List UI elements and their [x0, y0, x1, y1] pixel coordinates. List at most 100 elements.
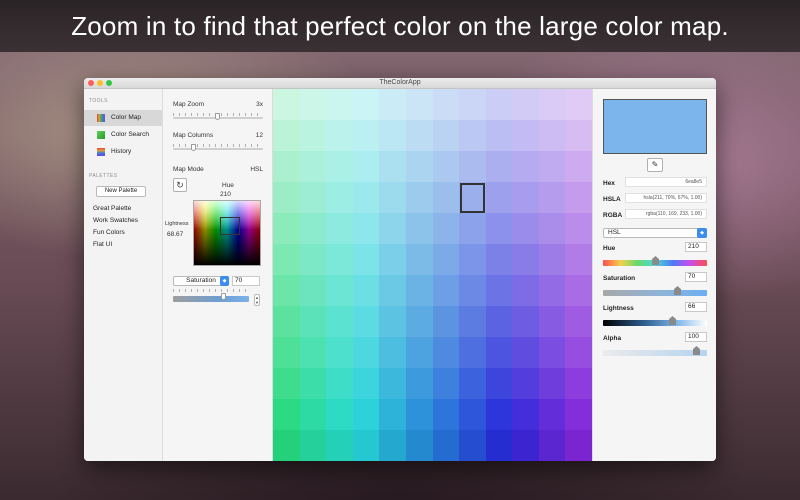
color-map-cell[interactable] — [299, 89, 327, 121]
color-map-cell[interactable] — [405, 275, 433, 307]
color-map-cell[interactable] — [432, 151, 460, 183]
color-map-cell[interactable] — [379, 399, 407, 431]
hsl-color-picker[interactable] — [193, 200, 261, 266]
map-mode-value[interactable]: HSL — [243, 166, 263, 173]
color-map-cell[interactable] — [538, 89, 566, 121]
color-map-cell[interactable] — [459, 120, 487, 152]
color-map-cell[interactable] — [379, 213, 407, 245]
color-map-cell[interactable] — [405, 337, 433, 369]
color-map-cell[interactable] — [432, 368, 460, 400]
select-arrows-icon[interactable]: ◆ — [697, 228, 707, 238]
color-map-cell[interactable] — [459, 213, 487, 245]
color-map-cell[interactable] — [299, 244, 327, 276]
palette-item[interactable]: Flat UI — [93, 241, 112, 248]
color-map-cell[interactable] — [512, 337, 540, 369]
color-map-cell[interactable] — [273, 120, 301, 152]
color-map-cell[interactable] — [299, 430, 327, 461]
saturation-input[interactable]: 70 — [232, 276, 260, 286]
color-map-cell[interactable] — [432, 244, 460, 276]
color-map-cell[interactable] — [273, 151, 301, 183]
color-map-cell[interactable] — [299, 213, 327, 245]
color-map-cell[interactable] — [459, 399, 487, 431]
color-map-cell[interactable] — [538, 120, 566, 152]
current-color-swatch[interactable] — [603, 99, 707, 154]
color-map-cell[interactable] — [485, 275, 513, 307]
color-map-cell[interactable] — [352, 120, 380, 152]
lightness-thumb[interactable] — [669, 316, 676, 325]
color-map-cell[interactable] — [405, 430, 433, 461]
color-map-cell[interactable] — [485, 182, 513, 214]
color-map-cell[interactable] — [512, 368, 540, 400]
color-map-cell[interactable] — [273, 89, 301, 121]
color-map-cell[interactable] — [512, 151, 540, 183]
color-map-cell[interactable] — [432, 213, 460, 245]
color-map-grid[interactable] — [273, 89, 592, 461]
color-map-cell[interactable] — [565, 306, 592, 338]
color-map-cell[interactable] — [565, 182, 592, 214]
sidebar-item-color-search[interactable]: Color Search — [84, 127, 162, 143]
color-map-cell[interactable] — [326, 244, 354, 276]
color-map-cell[interactable] — [512, 244, 540, 276]
color-map-cell[interactable] — [352, 368, 380, 400]
color-map-cell[interactable] — [299, 182, 327, 214]
color-map-cell[interactable] — [512, 306, 540, 338]
color-map-cell[interactable] — [405, 151, 433, 183]
hue-input[interactable]: 210 — [685, 242, 707, 252]
saturation-stepper[interactable]: ▲ ▼ — [254, 294, 260, 306]
color-map-cell[interactable] — [299, 275, 327, 307]
color-map-cell[interactable] — [538, 244, 566, 276]
saturation-slider[interactable] — [603, 290, 707, 296]
color-map-cell[interactable] — [432, 337, 460, 369]
color-map-cell[interactable] — [459, 337, 487, 369]
color-map-cell[interactable] — [405, 182, 433, 214]
color-map-cell[interactable] — [405, 368, 433, 400]
color-map-cell[interactable] — [565, 337, 592, 369]
color-map-cell[interactable] — [405, 89, 433, 121]
color-map-cell[interactable] — [379, 368, 407, 400]
color-map-cell[interactable] — [512, 399, 540, 431]
color-map-cell[interactable] — [379, 182, 407, 214]
color-map-cell[interactable] — [512, 182, 540, 214]
color-map-cell[interactable] — [459, 89, 487, 121]
alpha-input[interactable]: 100 — [685, 332, 707, 342]
color-map-cell[interactable] — [273, 368, 301, 400]
color-map-cell[interactable] — [485, 399, 513, 431]
color-map-cell[interactable] — [538, 151, 566, 183]
color-map-cell[interactable] — [299, 306, 327, 338]
color-map-cell[interactable] — [352, 275, 380, 307]
color-map-cell[interactable] — [326, 151, 354, 183]
color-map-cell[interactable] — [326, 430, 354, 461]
color-map-cell[interactable] — [273, 275, 301, 307]
color-map-cell[interactable] — [326, 213, 354, 245]
color-map-cell[interactable] — [459, 151, 487, 183]
color-map-cell[interactable] — [352, 306, 380, 338]
color-map-cell[interactable] — [432, 89, 460, 121]
color-map-cell[interactable] — [485, 89, 513, 121]
new-palette-button[interactable]: New Palette — [96, 186, 146, 197]
color-map-cell[interactable] — [379, 275, 407, 307]
color-map-cell[interactable] — [326, 337, 354, 369]
color-map-cell[interactable] — [273, 430, 301, 461]
color-map-cell[interactable] — [379, 244, 407, 276]
color-map-cell[interactable] — [432, 120, 460, 152]
color-map-cell[interactable] — [326, 120, 354, 152]
color-map-cell[interactable] — [299, 151, 327, 183]
color-map-cell[interactable] — [326, 275, 354, 307]
color-map-cell[interactable] — [485, 430, 513, 461]
color-map-cell[interactable] — [538, 306, 566, 338]
color-map-cell[interactable] — [538, 182, 566, 214]
color-map-cell[interactable] — [565, 399, 592, 431]
refresh-map-button[interactable]: ↻ — [173, 178, 187, 192]
color-map-cell[interactable] — [432, 275, 460, 307]
map-columns-slider[interactable] — [173, 148, 263, 150]
lightness-slider[interactable] — [603, 320, 707, 326]
color-map-cell[interactable] — [405, 244, 433, 276]
color-map-cell[interactable] — [485, 120, 513, 152]
select-arrows-icon[interactable]: ◆ — [220, 276, 229, 286]
color-map-cell[interactable] — [326, 182, 354, 214]
color-map-cell[interactable] — [432, 306, 460, 338]
color-map-cell[interactable] — [379, 151, 407, 183]
color-map-cell[interactable] — [405, 306, 433, 338]
color-map-cell[interactable] — [485, 368, 513, 400]
color-map-cell[interactable] — [352, 430, 380, 461]
